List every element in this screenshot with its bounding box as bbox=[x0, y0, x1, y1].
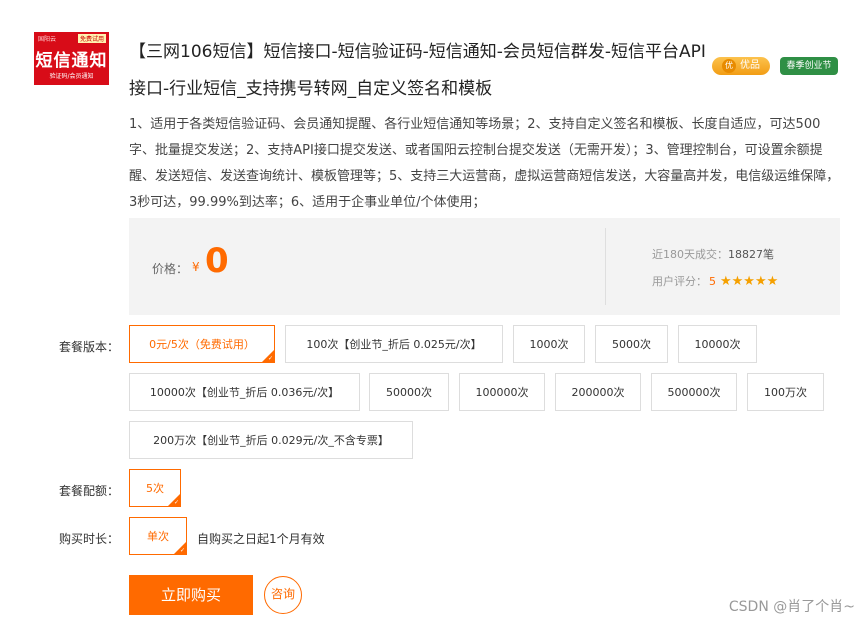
package-option[interactable]: 500000次 bbox=[651, 373, 737, 411]
package-option[interactable]: 10000次 bbox=[678, 325, 757, 363]
package-option[interactable]: 10000次【创业节_折后 0.036元/次】 bbox=[129, 373, 360, 411]
package-option[interactable]: 5000次 bbox=[595, 325, 668, 363]
package-option[interactable]: 200万次【创业节_折后 0.029元/次_不含专票】 bbox=[129, 421, 413, 459]
package-option[interactable]: 100000次 bbox=[459, 373, 545, 411]
quality-badge-icon: 优 bbox=[722, 59, 736, 73]
quota-option[interactable]: 5次 bbox=[129, 469, 181, 507]
package-option[interactable]: 100万次 bbox=[747, 373, 824, 411]
panel-divider bbox=[605, 228, 606, 305]
duration-label: 购买时长： bbox=[59, 532, 120, 546]
rating-stars-icon: ★★★★★ bbox=[720, 274, 779, 289]
package-option[interactable]: 100次【创业节_折后 0.025元/次】 bbox=[285, 325, 503, 363]
product-thumbnail[interactable]: 国阳云 免费试用 短信通知 验证码/会员通知 bbox=[34, 32, 109, 85]
sales-count: 近180天成交：18827笔 bbox=[652, 246, 774, 262]
thumbnail-subtitle: 验证码/会员通知 bbox=[49, 73, 94, 80]
package-version-label: 套餐版本： bbox=[59, 340, 120, 354]
product-description: 1、适用于各类短信验证码、会员通知提醒、各行业短信通知等场景；2、支持自定义签名… bbox=[129, 117, 840, 210]
thumbnail-title: 短信通知 bbox=[35, 51, 108, 71]
quality-badge-label: 优品 bbox=[740, 60, 760, 71]
validity-note: 自购买之日起1个月有效 bbox=[197, 532, 325, 546]
package-option[interactable]: 1000次 bbox=[513, 325, 585, 363]
quota-label: 套餐配额： bbox=[59, 484, 120, 498]
consult-button[interactable]: 咨询 bbox=[264, 576, 302, 614]
thumbnail-brand: 国阳云 bbox=[38, 36, 57, 43]
rating-score: 5 bbox=[709, 275, 716, 288]
watermark: CSDN @肖了个肖~ bbox=[728, 599, 855, 615]
festival-badge: 春季创业节 bbox=[780, 57, 838, 75]
quality-badge: 优优品 bbox=[712, 57, 770, 75]
package-option[interactable]: 200000次 bbox=[555, 373, 641, 411]
thumbnail-free-tag: 免费试用 bbox=[77, 34, 106, 43]
duration-option[interactable]: 单次 bbox=[129, 517, 187, 555]
package-option[interactable]: 0元/5次（免费试用） bbox=[129, 325, 275, 363]
price-value: 0 bbox=[205, 241, 229, 281]
sales-label: 近180天成交： bbox=[652, 248, 728, 261]
product-title: 【三网106短信】短信接口-短信验证码-短信通知-会员短信群发-短信平台API接… bbox=[129, 42, 706, 99]
sales-value: 18827笔 bbox=[728, 248, 774, 261]
price-panel: 价格： ¥ 0 近180天成交：18827笔 用户评分： 5 ★★★★★ bbox=[129, 218, 840, 315]
package-option[interactable]: 50000次 bbox=[369, 373, 449, 411]
price-currency: ¥ bbox=[192, 260, 200, 274]
buy-now-button[interactable]: 立即购买 bbox=[129, 575, 253, 615]
user-rating: 用户评分： 5 ★★★★★ bbox=[652, 273, 778, 289]
price-label: 价格： bbox=[152, 262, 189, 276]
rating-label: 用户评分： bbox=[652, 275, 707, 288]
